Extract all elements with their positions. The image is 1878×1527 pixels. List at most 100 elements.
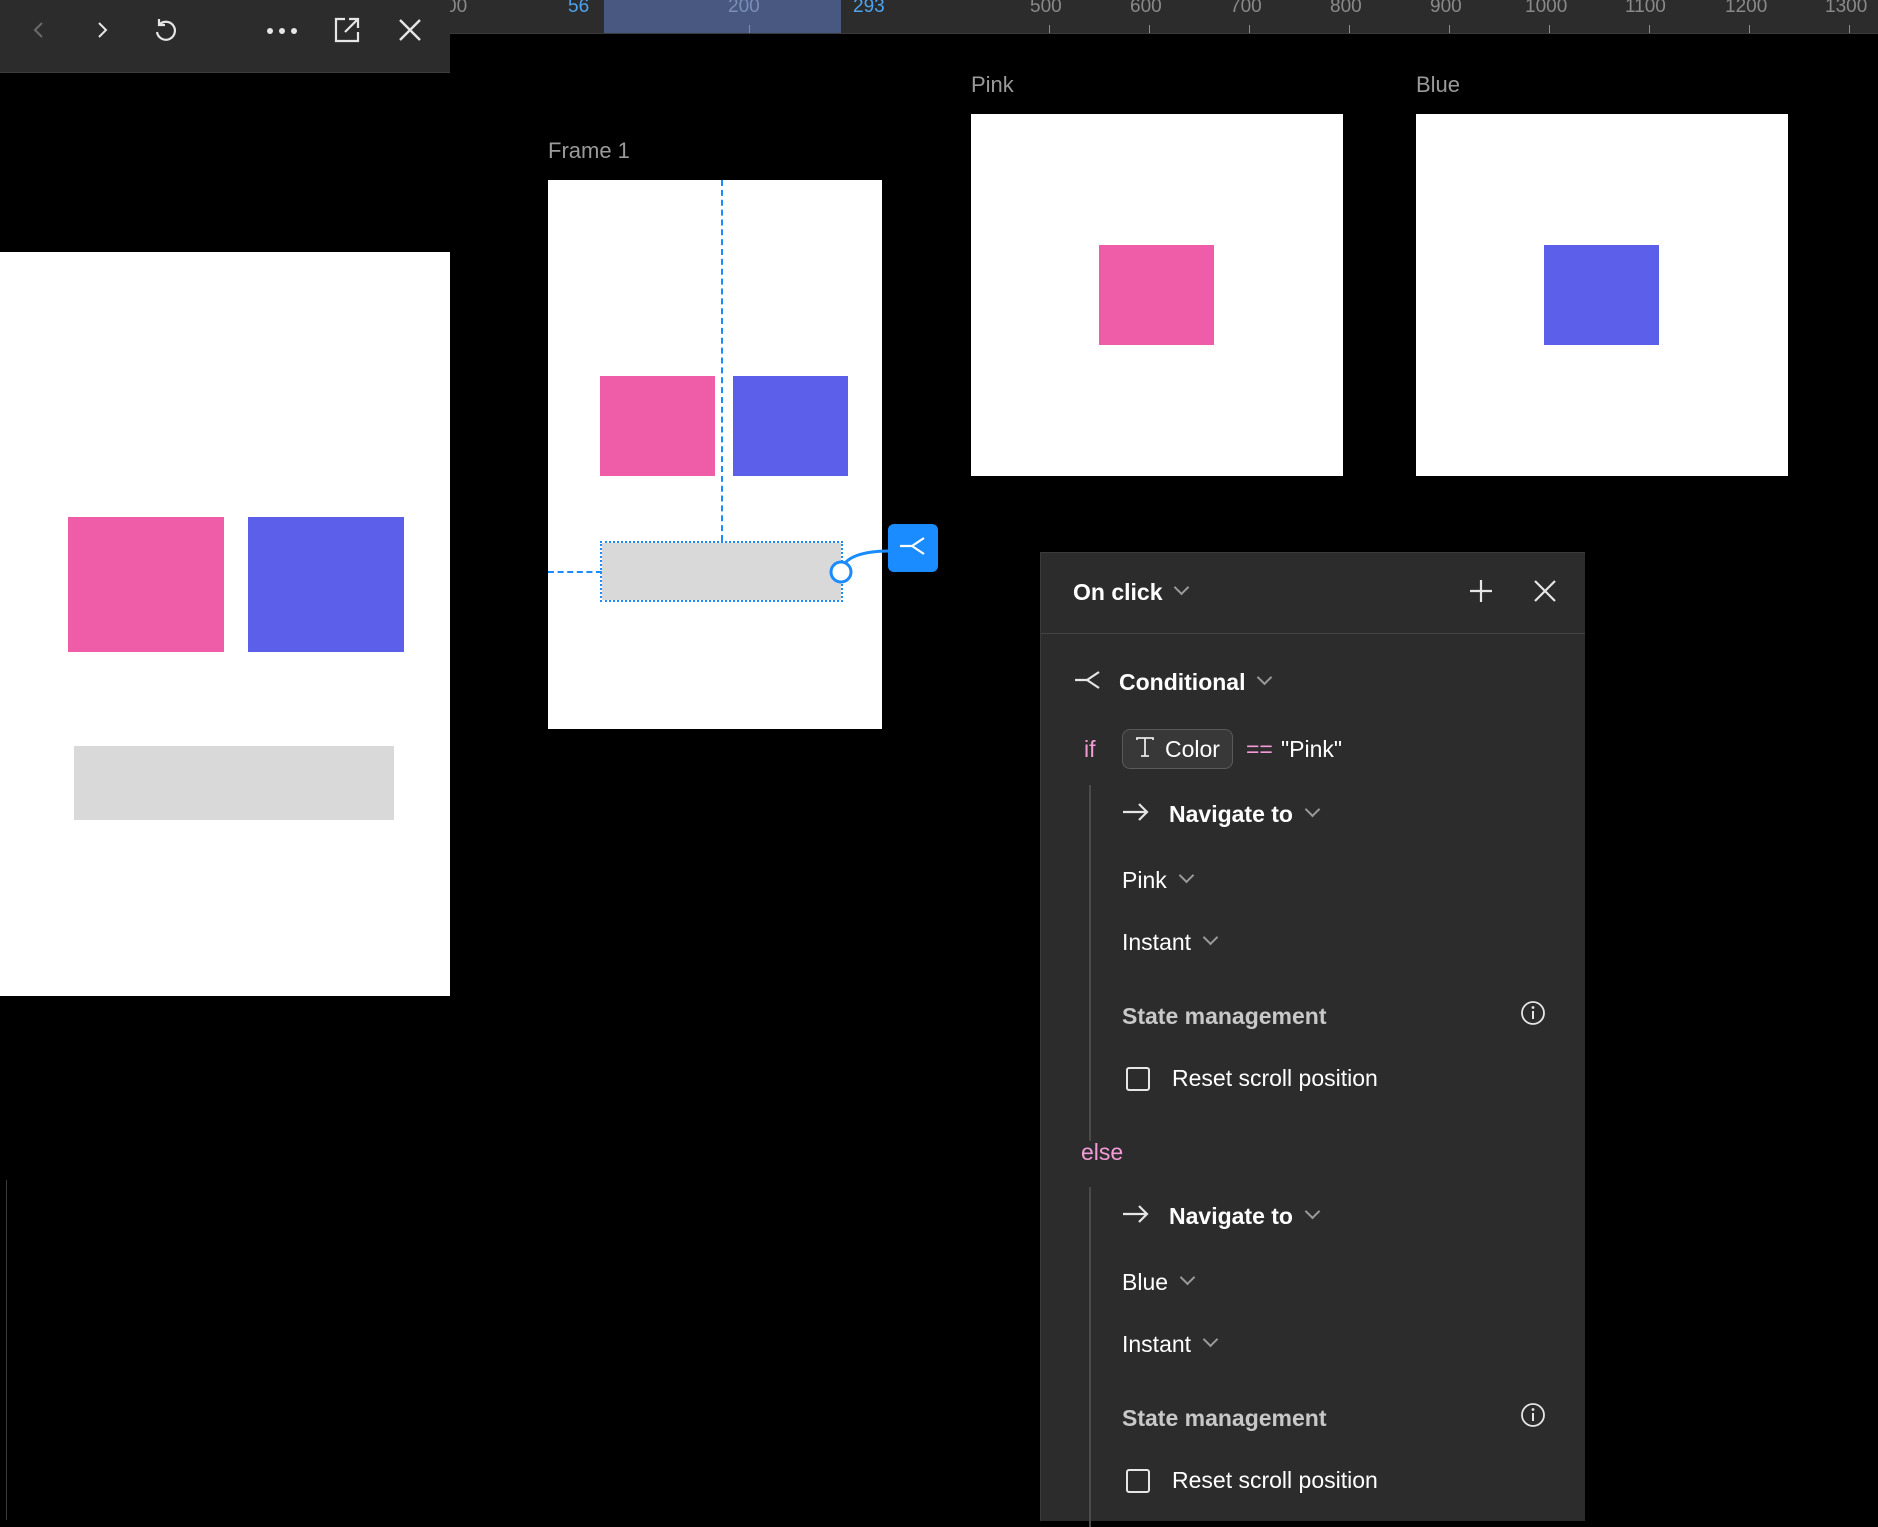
ruler-tick: 900 — [1430, 0, 1462, 17]
if-destination-value: Pink — [1122, 867, 1167, 893]
more-icon — [265, 23, 299, 41]
if-keyword: if — [1084, 736, 1096, 762]
else-state-management-info-button[interactable] — [1511, 1395, 1555, 1439]
else-state-management-heading: State management — [1122, 1405, 1327, 1431]
else-destination-value: Blue — [1122, 1269, 1169, 1295]
condition-variable-chip[interactable]: Color — [1122, 729, 1233, 769]
chevron-down-icon — [1174, 579, 1190, 596]
if-reset-scroll-label: Reset scroll position — [1172, 1065, 1378, 1091]
plus-icon — [1468, 578, 1494, 609]
frame1[interactable] — [548, 180, 882, 729]
back-button[interactable] — [17, 10, 61, 54]
blue-frame[interactable] — [1416, 114, 1788, 476]
more-button[interactable] — [260, 10, 304, 54]
frame1-label[interactable]: Frame 1 — [548, 138, 630, 164]
restart-button[interactable] — [143, 10, 187, 54]
ruler-tick-mark — [1849, 25, 1850, 33]
action-type-dropdown[interactable]: Conditional — [1073, 669, 1273, 696]
open-external-icon — [332, 15, 362, 50]
condition-value[interactable]: "Pink" — [1281, 736, 1342, 763]
conditional-branch-icon — [1073, 669, 1103, 696]
ruler-tick: 1200 — [1725, 0, 1768, 17]
ruler-tick: 500 — [1030, 0, 1062, 17]
else-reset-scroll-label: Reset scroll position — [1172, 1467, 1378, 1493]
conditional-interaction-badge[interactable] — [888, 524, 938, 572]
else-keyword: else — [1081, 1139, 1124, 1165]
panel-header: On click — [1041, 553, 1585, 634]
ruler-tick-mark — [1349, 25, 1350, 33]
if-navigate-action-dropdown[interactable]: Navigate to — [1121, 801, 1321, 828]
preview-gray-button[interactable] — [74, 746, 394, 820]
forward-button[interactable] — [80, 10, 124, 54]
if-branch-guide — [1089, 785, 1091, 1141]
close-panel-button[interactable] — [1523, 571, 1567, 615]
preview-pink-button[interactable] — [68, 517, 224, 652]
ruler-tick-mark — [1249, 25, 1250, 33]
ruler-tick-mark — [1149, 25, 1150, 33]
blue-frame-label[interactable]: Blue — [1416, 72, 1460, 98]
ruler-tick-mark — [1649, 25, 1650, 33]
ruler-tick: 200 — [728, 0, 760, 17]
action-type-label: Conditional — [1119, 669, 1246, 695]
else-animation-dropdown[interactable]: Instant — [1122, 1331, 1219, 1358]
chevron-down-icon — [1257, 669, 1273, 686]
ruler-tick-selection-start: 56 — [568, 0, 590, 17]
info-icon — [1520, 1402, 1546, 1433]
ruler-tick: 800 — [1330, 0, 1362, 17]
else-reset-scroll-checkbox-row[interactable]: Reset scroll position — [1126, 1467, 1378, 1494]
conditional-branch-icon — [898, 535, 928, 562]
left-panel-edge — [0, 1180, 7, 1520]
ruler-tick: 1100 — [1625, 0, 1666, 17]
else-destination-dropdown[interactable]: Blue — [1122, 1269, 1196, 1296]
open-external-button[interactable] — [325, 10, 369, 54]
blue-frame-rect[interactable] — [1544, 245, 1659, 345]
trigger-dropdown[interactable]: On click — [1073, 579, 1190, 606]
ruler-tick: 700 — [1230, 0, 1262, 17]
frame1-blue-rect[interactable] — [733, 376, 848, 476]
chevron-down-icon — [1202, 1331, 1219, 1348]
condition-operator[interactable]: == — [1246, 736, 1273, 763]
close-preview-button[interactable] — [388, 10, 432, 54]
back-icon — [29, 20, 49, 45]
chevron-down-icon — [1304, 801, 1321, 818]
if-reset-scroll-checkbox[interactable] — [1126, 1066, 1150, 1091]
trigger-label: On click — [1073, 579, 1163, 605]
pink-frame-rect[interactable] — [1099, 245, 1214, 345]
close-icon — [1533, 579, 1557, 608]
else-branch-guide — [1089, 1187, 1091, 1527]
forward-icon — [92, 20, 112, 45]
ruler-tick-mark — [1049, 25, 1050, 33]
chevron-down-icon — [1304, 1203, 1321, 1220]
restart-icon — [151, 16, 179, 49]
if-destination-dropdown[interactable]: Pink — [1122, 867, 1195, 894]
if-animation-value: Instant — [1122, 929, 1192, 955]
ruler-tick: 1300 — [1825, 0, 1868, 17]
if-state-management-info-button[interactable] — [1511, 993, 1555, 1037]
measurement-guide-horizontal — [548, 571, 602, 573]
info-icon — [1520, 1000, 1546, 1031]
ruler-tick-mark — [1549, 25, 1550, 33]
frame1-selected-gray-button[interactable] — [600, 541, 843, 602]
if-state-management-heading: State management — [1122, 1003, 1327, 1029]
close-icon — [397, 17, 423, 48]
arrow-right-icon — [1121, 1204, 1151, 1229]
ruler-tick-mark — [749, 25, 750, 33]
text-variable-icon — [1135, 736, 1155, 763]
ruler-tick-mark — [1749, 25, 1750, 33]
if-animation-dropdown[interactable]: Instant — [1122, 929, 1219, 956]
interaction-panel: On click Conditional if Color == "Pink" — [1040, 552, 1585, 1527]
pink-frame[interactable] — [971, 114, 1343, 476]
pink-frame-label[interactable]: Pink — [971, 72, 1014, 98]
add-action-button[interactable] — [1459, 571, 1503, 615]
if-reset-scroll-checkbox-row[interactable]: Reset scroll position — [1126, 1065, 1378, 1092]
chevron-down-icon — [1202, 929, 1219, 946]
frame1-pink-rect[interactable] — [600, 376, 715, 476]
measurement-guide-vertical — [721, 180, 723, 541]
else-reset-scroll-checkbox[interactable] — [1126, 1468, 1150, 1493]
ruler-tick: 600 — [1130, 0, 1162, 17]
prototype-preview — [0, 252, 450, 996]
chevron-down-icon — [1179, 1269, 1196, 1286]
condition-variable-name: Color — [1165, 735, 1220, 762]
preview-blue-button[interactable] — [248, 517, 404, 652]
else-navigate-action-dropdown[interactable]: Navigate to — [1121, 1203, 1321, 1230]
